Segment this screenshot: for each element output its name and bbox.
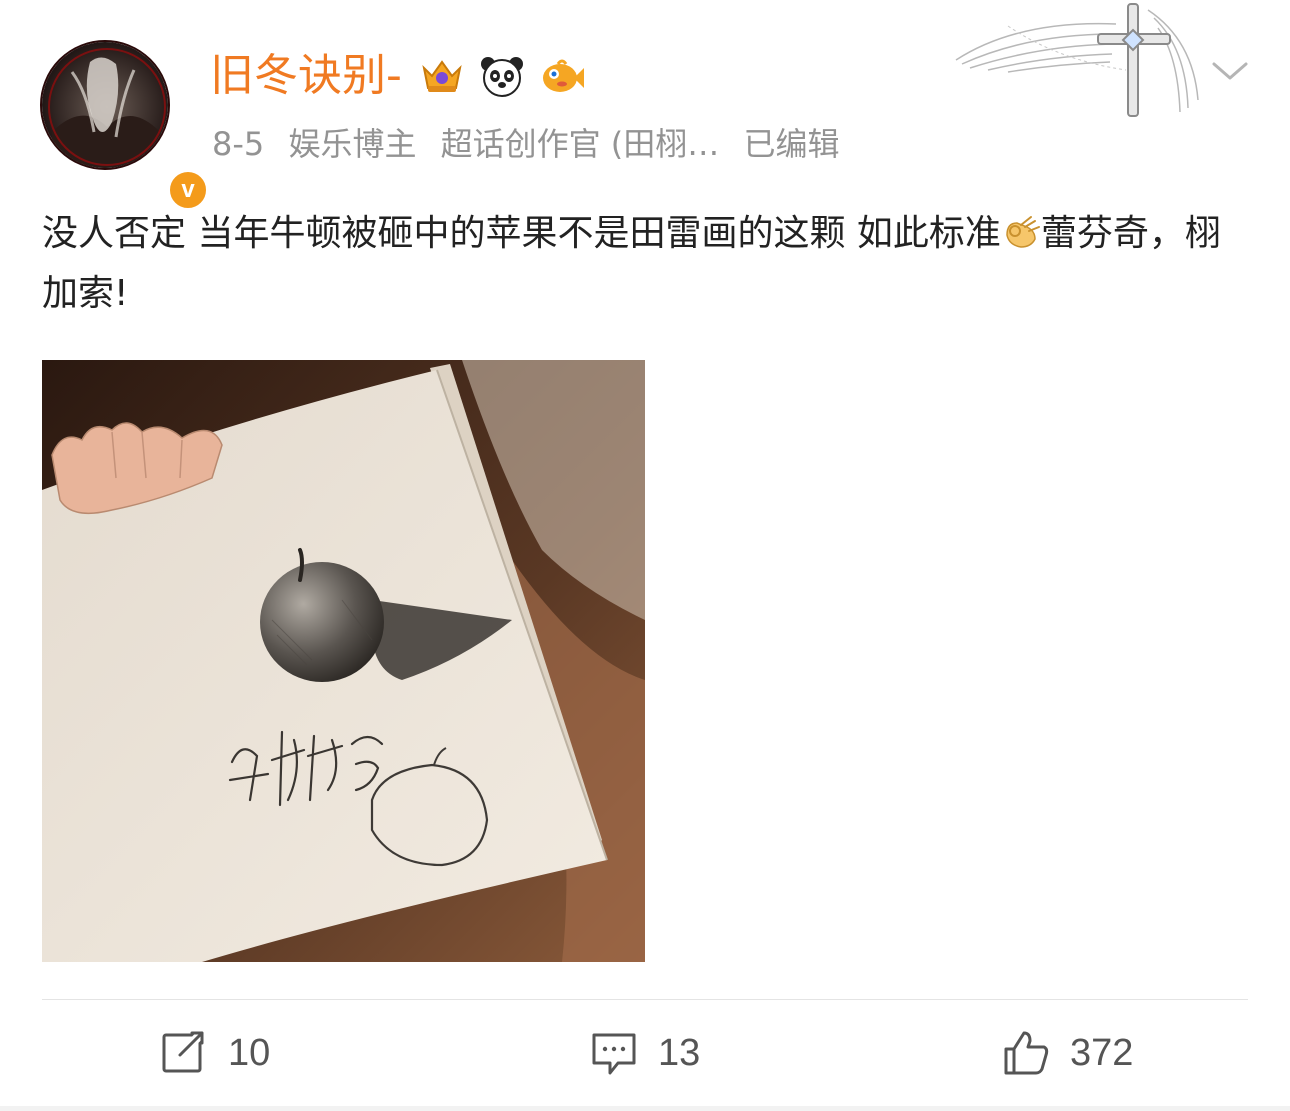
comment-count: 13 [658,1031,701,1074]
angel-wings-cross-decoration-icon [955,3,1199,117]
ok-hand-emoji-icon [1006,216,1040,248]
comment-button[interactable]: 13 [590,1028,700,1078]
weibo-post: v 旧冬诀别- 8-5 娱乐博主 超话创作官 (田栩… 已编辑 没人否定 当年牛… [0,0,1290,1111]
author-badges [418,52,586,100]
action-divider [42,999,1248,1000]
fish-badge-icon[interactable] [538,52,586,100]
panda-badge-icon[interactable] [478,52,526,100]
post-meta: 8-5 娱乐博主 超话创作官 (田栩… 已编辑 [212,120,853,168]
comment-icon [592,1033,636,1075]
post-date: 8-5 [212,125,265,163]
crown-vip-badge-icon[interactable] [418,52,466,100]
thumbs-up-icon [1004,1031,1049,1075]
author-tag-supertopic[interactable]: 超话创作官 (田栩… [441,125,720,163]
post-text-part1: 没人否定 当年牛顿被砸中的苹果不是田雷画的这颗 如此标准 [42,213,1001,254]
chevron-down-icon[interactable] [1208,56,1252,86]
bottom-separator [0,1106,1290,1111]
repost-button[interactable]: 10 [160,1028,270,1078]
edited-label[interactable]: 已编辑 [743,125,839,163]
repost-count: 10 [228,1031,271,1074]
post-image[interactable] [42,360,645,962]
author-name[interactable]: 旧冬诀别- [210,46,402,106]
author-avatar[interactable]: v [40,40,210,212]
author-tag-blogger: 娱乐博主 [288,125,417,163]
like-count: 372 [1070,1031,1134,1074]
repost-icon [162,1029,208,1073]
like-button[interactable]: 372 [1002,1028,1133,1078]
post-text: 没人否定 当年牛顿被砸中的苹果不是田雷画的这颗 如此标准 蕾芬奇，栩加索! [42,204,1252,324]
